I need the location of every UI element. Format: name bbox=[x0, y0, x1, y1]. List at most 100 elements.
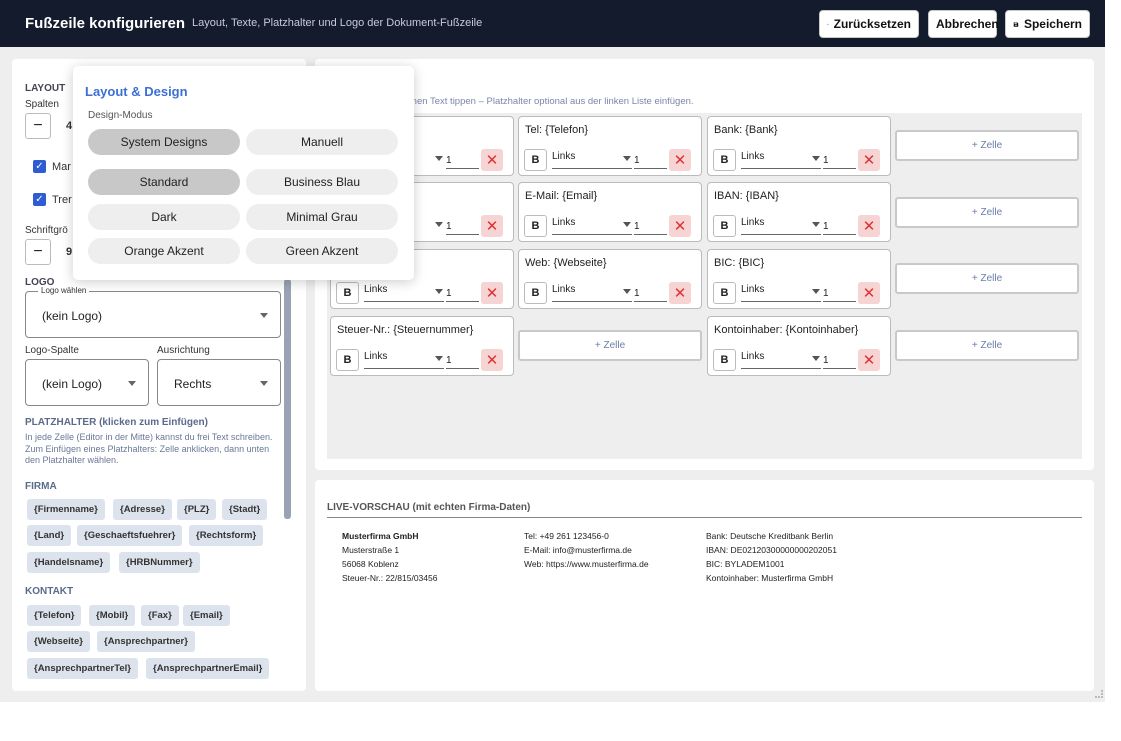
design-minimal-grey-button[interactable]: Minimal Grau bbox=[246, 204, 398, 230]
span-input[interactable]: 1 bbox=[823, 217, 856, 235]
placeholder-chip[interactable]: {HRBNummer} bbox=[119, 552, 200, 573]
span-input[interactable]: 1 bbox=[446, 151, 479, 169]
placeholder-chip[interactable]: {Land} bbox=[27, 525, 72, 546]
alignment-select[interactable]: Rechts bbox=[157, 359, 281, 406]
placeholder-chip[interactable]: {Handelsname} bbox=[27, 552, 111, 573]
cell-text[interactable]: Steuer-Nr.: {Steuernummer} bbox=[337, 324, 473, 336]
design-green-accent-button[interactable]: Green Akzent bbox=[246, 238, 398, 264]
footer-cell[interactable]: Bank: {Bank} B Links 1 ✕ bbox=[707, 116, 891, 176]
bold-button[interactable]: B bbox=[713, 149, 736, 171]
placeholder-chip[interactable]: {Email} bbox=[183, 605, 230, 626]
align-select[interactable]: Links bbox=[741, 217, 821, 235]
resize-handle[interactable] bbox=[1095, 690, 1103, 698]
add-cell-button[interactable]: + Zelle bbox=[895, 263, 1079, 294]
bold-button[interactable]: B bbox=[524, 282, 547, 304]
align-select[interactable]: Links bbox=[552, 217, 632, 235]
placeholder-chip[interactable]: {Adresse} bbox=[113, 499, 172, 520]
cell-text[interactable]: E-Mail: {Email} bbox=[525, 190, 597, 202]
bold-button[interactable]: B bbox=[713, 215, 736, 237]
bold-button[interactable]: B bbox=[336, 282, 359, 304]
span-input[interactable]: 1 bbox=[446, 217, 479, 235]
align-select[interactable]: Links bbox=[552, 284, 632, 302]
placeholder-chip[interactable]: {AnsprechpartnerEmail} bbox=[146, 658, 270, 679]
bold-button[interactable]: B bbox=[713, 282, 736, 304]
footer-cell[interactable]: Tel: {Telefon} B Links 1 ✕ bbox=[518, 116, 702, 176]
add-cell-button[interactable]: + Zelle bbox=[895, 330, 1079, 361]
cell-text[interactable]: Bank: {Bank} bbox=[714, 124, 778, 136]
span-input[interactable]: 1 bbox=[634, 284, 667, 302]
delete-cell-button[interactable]: ✕ bbox=[858, 282, 880, 304]
span-input[interactable]: 1 bbox=[823, 284, 856, 302]
columns-decrement-button[interactable]: − bbox=[25, 113, 51, 139]
delete-cell-button[interactable]: ✕ bbox=[858, 215, 880, 237]
placeholder-chip[interactable]: {Telefon} bbox=[27, 605, 82, 626]
placeholder-chip[interactable]: {PLZ} bbox=[177, 499, 217, 520]
cell-text[interactable]: IBAN: {IBAN} bbox=[714, 190, 779, 202]
bold-button[interactable]: B bbox=[524, 215, 547, 237]
align-select[interactable]: Links bbox=[741, 151, 821, 169]
placeholder-chip[interactable]: {Fax} bbox=[141, 605, 179, 626]
align-select[interactable]: Links bbox=[741, 284, 821, 302]
placeholder-chip[interactable]: {Stadt} bbox=[222, 499, 268, 520]
span-input[interactable]: 1 bbox=[634, 217, 667, 235]
design-standard-button[interactable]: Standard bbox=[88, 169, 240, 195]
sidebar-scrollbar[interactable] bbox=[284, 279, 291, 519]
span-input[interactable]: 1 bbox=[446, 351, 479, 369]
span-input[interactable]: 1 bbox=[634, 151, 667, 169]
delete-cell-button[interactable]: ✕ bbox=[481, 282, 503, 304]
placeholder-chip[interactable]: {Geschaeftsfuehrer} bbox=[77, 525, 183, 546]
cell-text[interactable]: Tel: {Telefon} bbox=[525, 124, 588, 136]
placeholder-chip[interactable]: {Mobil} bbox=[89, 605, 136, 626]
align-select[interactable]: Links bbox=[741, 351, 821, 369]
span-input[interactable]: 1 bbox=[823, 351, 856, 369]
footer-cell[interactable]: IBAN: {IBAN} B Links 1 ✕ bbox=[707, 182, 891, 242]
align-select[interactable]: Links bbox=[364, 284, 444, 302]
columns-value[interactable]: 4 bbox=[66, 120, 72, 132]
save-button[interactable]: Speichern bbox=[1005, 10, 1090, 38]
delete-cell-button[interactable]: ✕ bbox=[669, 282, 691, 304]
placeholder-chip[interactable]: {Webseite} bbox=[27, 631, 90, 652]
align-select[interactable]: Links bbox=[364, 351, 444, 369]
footer-cell[interactable]: BIC: {BIC} B Links 1 ✕ bbox=[707, 249, 891, 309]
delete-cell-button[interactable]: ✕ bbox=[481, 349, 503, 371]
placeholder-chip[interactable]: {Ansprechpartner} bbox=[97, 631, 195, 652]
cell-text[interactable]: BIC: {BIC} bbox=[714, 257, 764, 269]
font-size-value[interactable]: 9 bbox=[66, 246, 72, 258]
footer-cell[interactable]: Kontoinhaber: {Kontoinhaber} B Links 1 ✕ bbox=[707, 316, 891, 376]
placeholder-chip[interactable]: {Firmenname} bbox=[27, 499, 105, 520]
align-select[interactable]: Links bbox=[552, 151, 632, 169]
delete-cell-button[interactable]: ✕ bbox=[669, 215, 691, 237]
add-cell-button[interactable]: + Zelle bbox=[895, 197, 1079, 228]
design-dark-button[interactable]: Dark bbox=[88, 204, 240, 230]
placeholder-chip[interactable]: {Rechtsform} bbox=[189, 525, 264, 546]
cancel-button[interactable]: Abbrechen bbox=[928, 10, 999, 38]
font-size-decrement-button[interactable]: − bbox=[25, 239, 51, 265]
footer-cell[interactable]: E-Mail: {Email} B Links 1 ✕ bbox=[518, 182, 702, 242]
margin-checkbox[interactable]: ✓ bbox=[33, 160, 46, 173]
separator-checkbox[interactable]: ✓ bbox=[33, 193, 46, 206]
design-business-blue-button[interactable]: Business Blau bbox=[246, 169, 398, 195]
footer-cell[interactable]: Web: {Webseite} B Links 1 ✕ bbox=[518, 249, 702, 309]
span-input[interactable]: 1 bbox=[446, 284, 479, 302]
cell-text[interactable]: Kontoinhaber: {Kontoinhaber} bbox=[714, 324, 858, 336]
bold-button[interactable]: B bbox=[336, 349, 359, 371]
bold-button[interactable]: B bbox=[713, 349, 736, 371]
bold-button[interactable]: B bbox=[524, 149, 547, 171]
mode-system-designs-button[interactable]: System Designs bbox=[88, 129, 240, 155]
logo-column-select[interactable]: (kein Logo) bbox=[25, 359, 149, 406]
placeholder-chip[interactable]: {AnsprechpartnerTel} bbox=[27, 658, 138, 679]
delete-cell-button[interactable]: ✕ bbox=[481, 215, 503, 237]
reset-button[interactable]: Zurücksetzen bbox=[819, 10, 919, 38]
delete-cell-button[interactable]: ✕ bbox=[858, 349, 880, 371]
cell-text[interactable]: Web: {Webseite} bbox=[525, 257, 607, 269]
delete-cell-button[interactable]: ✕ bbox=[669, 149, 691, 171]
logo-select[interactable]: Logo wählen (kein Logo) bbox=[25, 286, 281, 338]
add-cell-button[interactable]: + Zelle bbox=[895, 130, 1079, 161]
mode-manual-button[interactable]: Manuell bbox=[246, 129, 398, 155]
span-input[interactable]: 1 bbox=[823, 151, 856, 169]
design-orange-accent-button[interactable]: Orange Akzent bbox=[88, 238, 240, 264]
footer-cell[interactable]: Steuer-Nr.: {Steuernummer} B Links 1 ✕ bbox=[330, 316, 514, 376]
delete-cell-button[interactable]: ✕ bbox=[481, 149, 503, 171]
delete-cell-button[interactable]: ✕ bbox=[858, 149, 880, 171]
add-cell-button[interactable]: + Zelle bbox=[518, 330, 702, 361]
